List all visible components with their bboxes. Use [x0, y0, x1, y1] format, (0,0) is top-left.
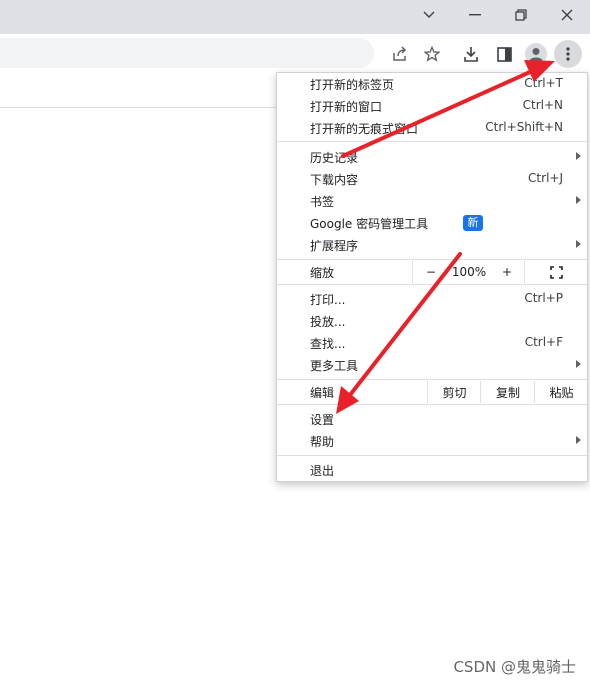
zoom-label: 缩放 — [310, 266, 335, 280]
side-panel-button[interactable] — [490, 40, 518, 68]
share-icon — [393, 46, 407, 61]
shortcut-label: Ctrl+P — [524, 291, 563, 305]
share-button[interactable] — [386, 40, 414, 68]
menu-item-label: 打印... — [310, 293, 346, 307]
address-bar[interactable] — [0, 38, 374, 68]
menu-item-settings[interactable]: 设置 — [277, 408, 587, 430]
more-vert-icon — [566, 47, 570, 61]
menu-item-cast[interactable]: 投放... — [277, 310, 587, 332]
zoom-value: 100% — [448, 261, 490, 283]
zoom-out-button[interactable]: − — [412, 261, 449, 283]
menu-item-password-manager[interactable]: Google 密码管理工具 新 — [277, 212, 587, 234]
shortcut-label: Ctrl+Shift+N — [485, 120, 563, 134]
menu-item-more-tools[interactable]: 更多工具 — [277, 354, 587, 376]
edit-row: 编辑 剪切 复制 粘贴 — [277, 381, 587, 403]
zoom-percent-label: 100% — [451, 265, 487, 279]
title-bar — [0, 0, 590, 34]
download-icon — [464, 47, 478, 62]
submenu-arrow-icon — [576, 152, 581, 160]
minimize-icon — [469, 14, 481, 16]
menu-item-incognito[interactable]: 打开新的无痕式窗口 Ctrl+Shift+N — [277, 117, 587, 139]
shortcut-label: Ctrl+F — [524, 335, 563, 349]
menu-item-label: 更多工具 — [310, 359, 359, 373]
star-icon — [424, 46, 440, 62]
chrome-menu: 打开新的标签页 Ctrl+T 打开新的窗口 Ctrl+N 打开新的无痕式窗口 C… — [276, 72, 588, 482]
copy-button[interactable]: 复制 — [480, 381, 535, 403]
watermark: CSDN @鬼鬼骑士 — [453, 658, 576, 676]
menu-item-help[interactable]: 帮助 — [277, 430, 587, 452]
menu-item-new-window[interactable]: 打开新的窗口 Ctrl+N — [277, 95, 587, 117]
menu-item-label: 书签 — [310, 195, 335, 209]
submenu-arrow-icon — [576, 196, 581, 204]
menu-divider — [277, 284, 587, 285]
menu-item-exit[interactable]: 退出 — [277, 459, 587, 481]
menu-item-label: 打开新的标签页 — [310, 78, 395, 92]
zoom-in-label: + — [501, 265, 513, 279]
submenu-arrow-icon — [576, 360, 581, 368]
bookmark-star-button[interactable] — [418, 40, 446, 68]
edit-label: 编辑 — [310, 386, 335, 400]
menu-divider — [277, 141, 587, 142]
shortcut-label: Ctrl+J — [528, 171, 563, 185]
fullscreen-icon — [550, 265, 563, 279]
copy-label: 复制 — [495, 385, 520, 400]
close-icon — [561, 9, 573, 21]
profile-button[interactable] — [522, 40, 550, 68]
menu-divider — [277, 404, 587, 405]
menu-item-label: 帮助 — [310, 435, 335, 449]
shortcut-label: Ctrl+N — [522, 98, 563, 112]
side-panel-icon — [496, 46, 512, 62]
fullscreen-button[interactable] — [524, 261, 588, 283]
chevron-down-icon — [423, 11, 435, 18]
menu-item-bookmarks[interactable]: 书签 — [277, 190, 587, 212]
chrome-menu-button[interactable] — [554, 40, 582, 68]
menu-item-history[interactable]: 历史记录 — [277, 146, 587, 168]
menu-item-extensions[interactable]: 扩展程序 — [277, 234, 587, 256]
minimize-button[interactable] — [452, 0, 498, 30]
menu-item-label: 查找... — [310, 337, 346, 351]
submenu-arrow-icon — [576, 436, 581, 444]
menu-item-label: 扩展程序 — [310, 239, 359, 253]
downloads-button[interactable] — [457, 40, 485, 68]
zoom-row: 缩放 − 100% + — [277, 261, 587, 283]
menu-item-find[interactable]: 查找... Ctrl+F — [277, 332, 587, 354]
browser-toolbar — [0, 34, 590, 74]
zoom-out-label: − — [425, 265, 437, 279]
menu-item-label: 投放... — [310, 315, 346, 329]
paste-label: 粘贴 — [549, 385, 574, 400]
menu-item-new-tab[interactable]: 打开新的标签页 Ctrl+T — [277, 73, 587, 95]
submenu-arrow-icon — [576, 240, 581, 248]
cut-button[interactable]: 剪切 — [427, 381, 481, 403]
menu-item-label: Google 密码管理工具 — [310, 217, 429, 231]
menu-item-label: 设置 — [310, 413, 335, 427]
menu-item-label: 下载内容 — [310, 173, 359, 187]
restore-icon — [515, 9, 527, 21]
paste-button[interactable]: 粘贴 — [534, 381, 588, 403]
profile-icon — [525, 43, 547, 65]
menu-divider — [277, 379, 587, 380]
menu-item-print[interactable]: 打印... Ctrl+P — [277, 288, 587, 310]
cut-label: 剪切 — [442, 385, 467, 400]
toolbar-divider — [0, 107, 276, 108]
shortcut-label: Ctrl+T — [524, 76, 563, 90]
menu-item-downloads[interactable]: 下载内容 Ctrl+J — [277, 168, 587, 190]
tab-search-button[interactable] — [406, 0, 452, 30]
menu-item-label: 打开新的窗口 — [310, 100, 383, 114]
menu-item-label: 历史记录 — [310, 151, 359, 165]
zoom-in-button[interactable]: + — [490, 261, 524, 283]
new-badge: 新 — [463, 215, 483, 231]
menu-item-label: 打开新的无痕式窗口 — [310, 122, 419, 136]
restore-button[interactable] — [498, 0, 544, 30]
menu-divider — [277, 259, 587, 260]
menu-item-label: 退出 — [310, 464, 335, 478]
close-window-button[interactable] — [544, 0, 590, 30]
menu-divider — [277, 455, 587, 456]
